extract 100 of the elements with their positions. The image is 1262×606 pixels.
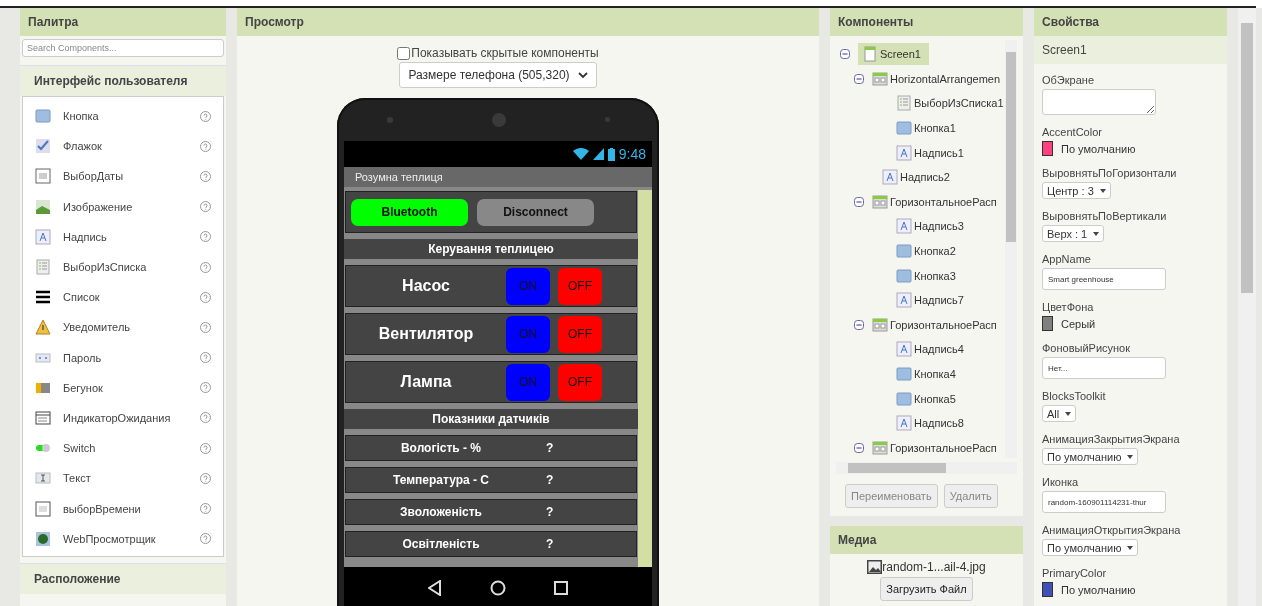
back-icon[interactable] <box>428 579 442 596</box>
tree-item[interactable]: Надпись1 <box>896 144 964 161</box>
screen-icon <box>862 46 878 63</box>
palette-item[interactable]: ВыборДаты <box>63 170 200 183</box>
dropdown[interactable]: Центр : 3 <box>1042 182 1111 199</box>
text-field[interactable]: random-160901114231-thur <box>1042 491 1166 513</box>
section-heading: Керування теплицею <box>344 239 638 259</box>
label-icon <box>35 228 51 245</box>
tree-item[interactable]: ГоризонтальноеРасп <box>872 439 997 456</box>
recents-icon[interactable] <box>554 580 568 595</box>
tree-item[interactable]: Надпись4 <box>896 341 964 358</box>
palette-item[interactable]: Бегунок <box>63 381 200 394</box>
connect-button[interactable]: Disconnect <box>477 198 594 226</box>
palette-item[interactable]: Флажок <box>63 140 200 153</box>
tree-item[interactable]: ВыборИзСписка1 <box>896 95 1004 112</box>
button-icon <box>896 267 912 284</box>
sensor-value: ? <box>546 473 554 487</box>
device-name: Вентилятор <box>377 325 475 343</box>
list-icon <box>35 289 51 306</box>
tree-item[interactable]: Кнопка5 <box>896 390 956 407</box>
property-label: ВыровнятьПоГоризонтали <box>1042 167 1177 179</box>
palette-item[interactable]: Кнопка <box>63 110 200 123</box>
palette-item[interactable]: Надпись <box>63 230 200 243</box>
tree-item[interactable]: Кнопка4 <box>896 366 956 382</box>
collapse-icon[interactable] <box>854 73 864 84</box>
palette-item[interactable]: Уведомитель <box>63 321 200 334</box>
tree-item[interactable]: Надпись7 <box>896 292 964 309</box>
dropdown[interactable]: All <box>1042 405 1077 422</box>
dropdown[interactable]: По умолчанию <box>1042 448 1139 465</box>
caret-icon <box>1127 545 1134 550</box>
button-icon <box>896 390 912 407</box>
chevron-down-icon <box>577 71 588 79</box>
scrollbar[interactable] <box>1238 8 1256 606</box>
listpicker-icon <box>896 95 912 112</box>
component-name: Screen1 <box>1034 36 1227 64</box>
dropdown[interactable]: По умолчанию <box>1042 539 1139 556</box>
tree-item[interactable]: Screen1 <box>858 43 929 66</box>
property-label: ВыровнятьПоВертикали <box>1042 210 1167 222</box>
home-icon[interactable] <box>490 579 506 596</box>
color-swatch[interactable] <box>1042 141 1053 156</box>
file-name[interactable]: random-1...ail-4.jpg <box>882 560 986 574</box>
web-icon <box>35 530 51 547</box>
size-dropdown[interactable]: Размере телефона (505,320) <box>399 62 597 88</box>
palette-item[interactable]: ВыборИзСписка <box>63 261 200 274</box>
caret-icon <box>1127 454 1134 459</box>
text-area[interactable] <box>1042 89 1156 115</box>
button-icon <box>35 108 51 125</box>
checkbox-label: Показывать скрытые компоненты <box>411 46 599 60</box>
tree-item[interactable]: Надпись8 <box>896 415 964 432</box>
scrollbar[interactable] <box>1005 40 1017 458</box>
section-header[interactable]: Интерфейс пользователя <box>20 65 226 96</box>
palette-item[interactable]: ИндикаторОжидания <box>63 411 200 424</box>
tree-item[interactable]: Надпись2 <box>882 169 950 186</box>
palette-item[interactable]: Пароль <box>63 351 200 364</box>
caret-icon <box>1099 188 1106 193</box>
scrollbar[interactable] <box>836 462 1017 474</box>
tree-item[interactable]: Кнопка1 <box>896 120 956 137</box>
palette-item[interactable]: Текст <box>63 472 200 485</box>
color-swatch[interactable] <box>1042 582 1053 597</box>
signal-icon <box>592 148 604 160</box>
tree-item[interactable]: Надпись3 <box>896 218 964 235</box>
battery-icon <box>607 147 615 161</box>
palette-item[interactable]: выборВремени <box>63 502 200 515</box>
label-icon <box>896 218 912 235</box>
palette-item[interactable]: Изображение <box>63 200 200 213</box>
connect-button[interactable]: Bluetooth <box>351 198 468 226</box>
tree-item[interactable]: Кнопка3 <box>896 267 956 284</box>
collapse-icon[interactable] <box>854 319 864 330</box>
tree-item[interactable]: ГоризонтальноеРасп <box>872 193 997 210</box>
property-label: ОбЭкране <box>1042 74 1094 86</box>
property-label: АнимацияЗакрытияЭкрана <box>1042 433 1180 445</box>
off-button[interactable]: OFF <box>558 363 602 401</box>
speaker-icon <box>491 112 506 127</box>
tree-item[interactable]: ГоризонтальноеРасп <box>872 316 997 333</box>
notifier-icon <box>35 319 51 336</box>
dropdown[interactable]: Верх : 1 <box>1042 225 1105 242</box>
collapse-icon[interactable] <box>854 196 864 207</box>
section-header[interactable]: Расположение <box>20 562 226 594</box>
palette-item[interactable]: Список <box>63 291 200 304</box>
search-field[interactable]: Search Components... <box>22 39 224 57</box>
tree-item[interactable]: Кнопка2 <box>896 243 956 260</box>
palette-item[interactable]: WebПросмотрщик <box>63 532 200 545</box>
text-field[interactable]: Нет... <box>1042 357 1166 379</box>
off-button[interactable]: OFF <box>558 267 602 305</box>
sensor-dot-icon <box>386 116 393 123</box>
tree-item[interactable]: HorizontalArrangemen <box>872 70 1001 87</box>
text-field[interactable]: Smart greenhouse <box>1042 268 1166 290</box>
checkbox[interactable] <box>397 46 411 60</box>
palette-item[interactable]: Switch <box>63 442 200 455</box>
collapse-icon[interactable] <box>854 442 864 453</box>
property-label: Иконка <box>1042 476 1079 488</box>
off-button[interactable]: OFF <box>558 315 602 353</box>
collapse-icon[interactable] <box>840 49 850 60</box>
caret-icon <box>1065 411 1072 416</box>
panel-title: Медиа <box>830 526 1023 554</box>
property-label: АнимацияОткрытияЭкрана <box>1042 524 1181 536</box>
color-swatch[interactable] <box>1042 316 1053 331</box>
spinner-icon <box>35 409 51 426</box>
upload-button[interactable]: Загрузить Файл <box>880 577 973 601</box>
color-value: Серый <box>1061 317 1096 330</box>
